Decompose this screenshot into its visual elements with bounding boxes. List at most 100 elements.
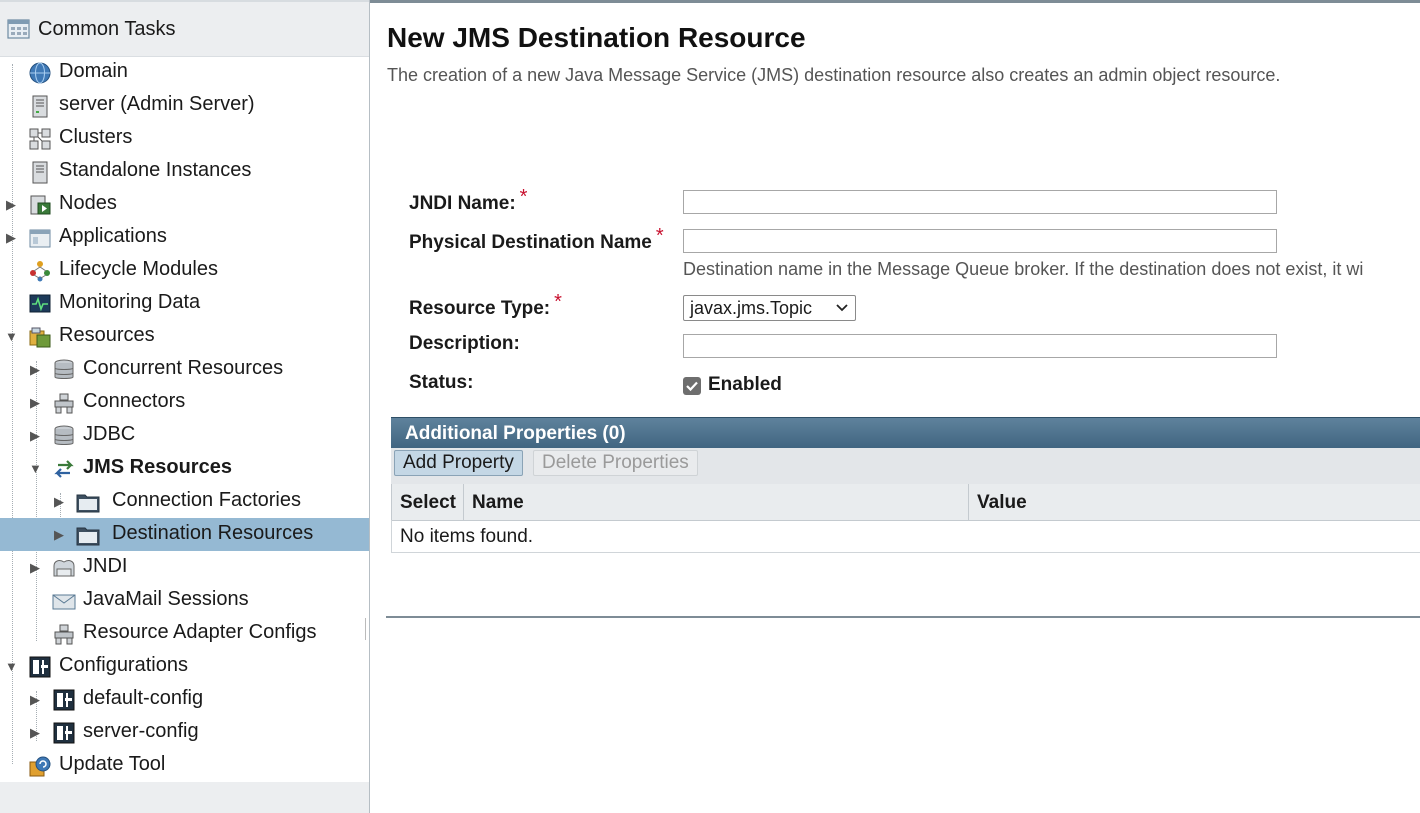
tree-item-label: JMS Resources: [83, 456, 232, 478]
expand-arrow-icon[interactable]: ▶: [5, 230, 17, 246]
collapse-arrow-icon[interactable]: ▼: [29, 461, 42, 476]
content-panel: New JMS Destination Resource The creatio…: [370, 0, 1420, 813]
database-icon: [54, 359, 74, 379]
tree-item-label: Domain: [59, 60, 128, 82]
collapse-arrow-icon[interactable]: ▼: [5, 659, 18, 674]
tree-item-label: Clusters: [59, 126, 133, 148]
tree-item-domain[interactable]: Domain: [0, 56, 369, 89]
tree-item-label: JNDI: [83, 555, 128, 577]
chevron-down-icon: [836, 304, 848, 312]
tree-item-label: Nodes: [59, 192, 117, 214]
tree-item-label: Standalone Instances: [59, 159, 252, 181]
tree-item-resource-adapter-configs[interactable]: Resource Adapter Configs: [0, 617, 369, 650]
monitoring-icon: [29, 294, 51, 313]
tree-item-server-config[interactable]: ▶ server-config: [0, 716, 369, 749]
tree-item-applications[interactable]: ▶ Applications: [0, 221, 369, 254]
tree-item-standalone-instances[interactable]: Standalone Instances: [0, 155, 369, 188]
tree-item-configurations[interactable]: ▼ Configurations: [0, 650, 369, 683]
description-input[interactable]: [683, 334, 1277, 358]
tree-item-label: Update Tool: [59, 753, 166, 775]
status-enabled-checkbox[interactable]: [683, 377, 701, 395]
table-title: Additional Properties (0): [405, 423, 626, 444]
tree-item-resources[interactable]: ▼ Resources: [0, 320, 369, 353]
tree-item-jms-resources[interactable]: ▼ JMS Resources: [0, 452, 369, 485]
page-title: New JMS Destination Resource: [387, 22, 806, 53]
jndi-icon: [53, 560, 75, 577]
tree-item-monitoring-data[interactable]: Monitoring Data: [0, 287, 369, 320]
tree-item-jndi[interactable]: ▶ JNDI: [0, 551, 369, 584]
tree-item-javamail-sessions[interactable]: JavaMail Sessions: [0, 584, 369, 617]
resource-type-label: Resource Type: *: [409, 291, 562, 320]
mail-icon: [52, 594, 76, 610]
tree-item-destination-resources[interactable]: ▶ Destination Resources: [0, 518, 369, 551]
table-empty-row: No items found.: [391, 520, 1420, 553]
tree-item-label: Connection Factories: [112, 489, 301, 511]
status-enabled-label[interactable]: Enabled: [708, 374, 782, 396]
expand-arrow-icon[interactable]: ▶: [29, 692, 41, 708]
add-property-button[interactable]: Add Property: [394, 450, 523, 476]
expand-arrow-icon[interactable]: ▶: [29, 725, 41, 741]
navigation-tree-panel: Common Tasks Domain server (Admin Server…: [0, 0, 370, 813]
tree-item-label: Resources: [59, 324, 155, 346]
tree-item-label: JavaMail Sessions: [83, 588, 249, 610]
physical-destination-help: Destination name in the Message Queue br…: [683, 259, 1364, 279]
tree-item-label: Resource Adapter Configs: [83, 621, 317, 643]
common-tasks-link[interactable]: Common Tasks: [0, 2, 369, 57]
connector-icon: [54, 393, 74, 414]
page-description: The creation of a new Java Message Servi…: [387, 65, 1281, 85]
tree-item-update-tool[interactable]: Update Tool: [0, 749, 369, 782]
column-header-select[interactable]: Select: [391, 484, 464, 520]
tree-item-label: Lifecycle Modules: [59, 258, 218, 280]
tree-item-clusters[interactable]: Clusters: [0, 122, 369, 155]
applications-icon: [29, 229, 51, 248]
table-column-headers: Select Name Value: [391, 484, 1420, 521]
jndi-name-input[interactable]: [683, 190, 1277, 214]
tree-item-default-config[interactable]: ▶ default-config: [0, 683, 369, 716]
tree-item-connectors[interactable]: ▶ Connectors: [0, 386, 369, 419]
physical-destination-input[interactable]: [683, 229, 1277, 253]
expand-arrow-icon[interactable]: ▶: [53, 527, 65, 543]
tree-item-nodes[interactable]: ▶ Nodes: [0, 188, 369, 221]
column-header-name[interactable]: Name: [464, 484, 969, 520]
config-icon: [53, 689, 75, 711]
expand-arrow-icon[interactable]: ▶: [53, 494, 65, 510]
tree-item-concurrent-resources[interactable]: ▶ Concurrent Resources: [0, 353, 369, 386]
table-toolbar: Add Property Delete Properties: [391, 448, 1420, 485]
folder-icon: [76, 527, 100, 546]
delete-properties-button[interactable]: Delete Properties: [533, 450, 698, 476]
nodes-icon: [30, 195, 51, 215]
common-tasks-icon: [7, 19, 30, 39]
jndi-name-label: JNDI Name: *: [409, 186, 527, 215]
tree-item-lifecycle-modules[interactable]: Lifecycle Modules: [0, 254, 369, 287]
tree-item-label: default-config: [83, 687, 204, 709]
tree-item-label: Destination Resources: [112, 522, 314, 544]
description-label: Description:: [409, 333, 520, 354]
tree-item-label: Concurrent Resources: [83, 357, 284, 379]
expand-arrow-icon[interactable]: ▶: [29, 560, 41, 576]
required-marker: *: [554, 291, 562, 313]
lifecycle-icon: [30, 261, 50, 282]
empty-message: No items found.: [400, 526, 534, 547]
tree-item-server-admin[interactable]: server (Admin Server): [0, 89, 369, 122]
physical-destination-label-text: Physical Destination Name: [409, 232, 652, 253]
column-header-value[interactable]: Value: [969, 484, 1420, 520]
required-marker: *: [519, 186, 528, 208]
sidebar-footer: [0, 782, 369, 813]
tree-item-connection-factories[interactable]: ▶ Connection Factories: [0, 485, 369, 518]
tree-item-label: server (Admin Server): [59, 93, 255, 115]
expand-arrow-icon[interactable]: ▶: [29, 428, 41, 444]
expand-arrow-icon[interactable]: ▶: [29, 362, 41, 378]
tree-item-label: Configurations: [59, 654, 188, 676]
collapse-arrow-icon[interactable]: ▼: [5, 329, 18, 344]
resource-type-select[interactable]: javax.jms.Topic: [683, 295, 856, 321]
required-marker: *: [655, 225, 664, 247]
expand-arrow-icon[interactable]: ▶: [29, 395, 41, 411]
additional-properties-table: Additional Properties (0) Add Property D…: [391, 417, 1420, 553]
tree-item-label: JDBC: [83, 423, 136, 445]
expand-arrow-icon[interactable]: ▶: [5, 197, 17, 213]
jndi-name-label-text: JNDI Name:: [409, 193, 516, 214]
database-icon: [54, 425, 74, 445]
physical-destination-label: Physical Destination Name *: [409, 225, 664, 254]
tree-item-label: Monitoring Data: [59, 291, 201, 313]
tree-item-jdbc[interactable]: ▶ JDBC: [0, 419, 369, 452]
